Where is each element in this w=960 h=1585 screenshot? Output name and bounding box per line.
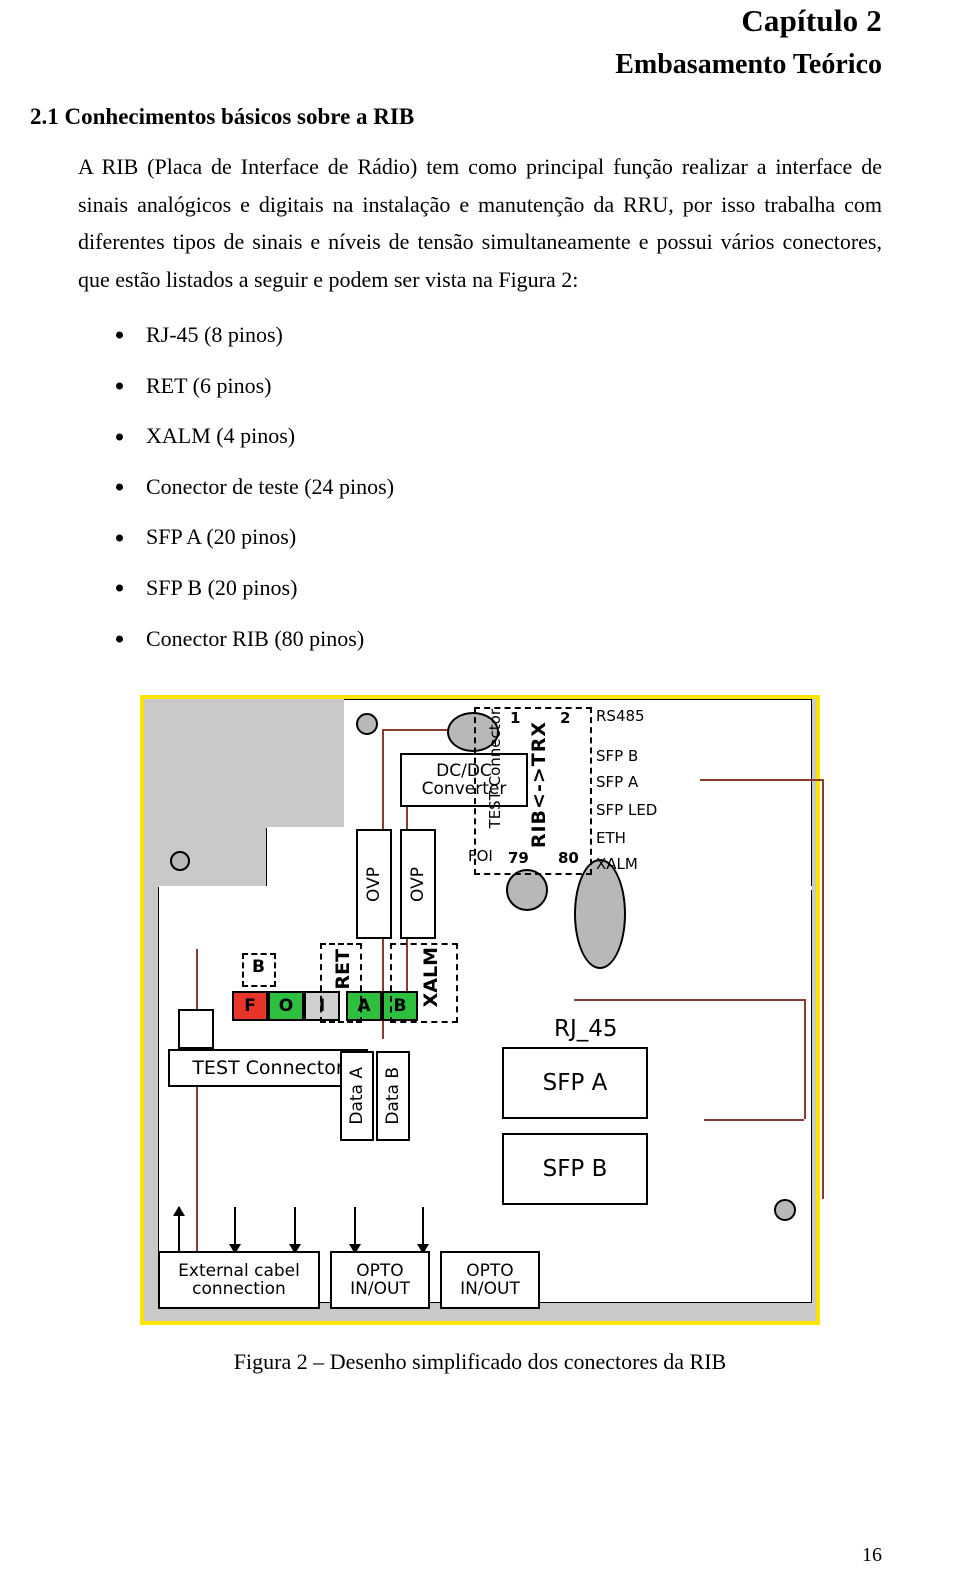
sfp-led-label: SFP LED: [596, 801, 658, 820]
rj45-label: RJ_45: [554, 1016, 618, 1043]
ovp-box-a: OVP: [356, 829, 392, 940]
arrow-opto-3: [417, 1207, 429, 1255]
pin-1-label: 1: [510, 709, 521, 728]
list-item: RET (6 pinos): [78, 372, 882, 401]
chip-o-label: O: [278, 996, 294, 1017]
board-seam-b: [159, 886, 812, 891]
wire-sfp-top: [700, 779, 822, 782]
bullet-icon: [116, 382, 123, 390]
bullet-icon: [116, 433, 123, 441]
pin-80-label: 80: [558, 849, 579, 868]
sfp-b-signal-label: SFP B: [596, 747, 639, 766]
list-item: XALM (4 pinos): [78, 422, 882, 451]
rs485-label: RS485: [596, 707, 645, 726]
left-small-square: [178, 1009, 214, 1050]
eth-label: ETH: [596, 829, 626, 848]
list-item-label: SFP A (20 pinos): [146, 524, 297, 550]
wire-sfp-b-v: [822, 779, 824, 1200]
opto-box-2: OPTO IN/OUT: [440, 1251, 540, 1310]
list-item-label: RET (6 pinos): [146, 372, 272, 398]
arrow-opto-1: [289, 1207, 301, 1255]
board-region-bottom: [158, 887, 812, 1304]
list-item-label: Conector RIB (80 pinos): [146, 625, 365, 651]
pin-2-label: 2: [560, 709, 571, 728]
chip-f-label: F: [244, 996, 256, 1017]
board-seam-a: [267, 827, 345, 831]
page-number: 16: [862, 1544, 882, 1566]
chip-f: F: [232, 991, 268, 1022]
opto-box-1: OPTO IN/OUT: [330, 1251, 430, 1310]
b-small-label: B: [252, 957, 265, 978]
list-item: RJ-45 (8 pinos): [78, 321, 882, 350]
ovp-a-label: OVP: [363, 866, 384, 902]
foi-label: FOI: [468, 847, 493, 866]
external-cable-box: External cabel connection: [158, 1251, 320, 1310]
chip-o: O: [268, 991, 304, 1022]
opto-1-line1: OPTO: [356, 1260, 404, 1281]
bullet-icon: [116, 584, 123, 592]
sfp-a-signal-label: SFP A: [596, 773, 639, 792]
data-b-label: Data B: [382, 1067, 403, 1126]
opto-1-line2: IN/OUT: [350, 1279, 410, 1300]
list-item: SFP A (20 pinos): [78, 523, 882, 552]
figure-container: DC/DC Converter OVP OVP TEST Connector 1…: [78, 695, 882, 1326]
sfp-a-box: SFP A: [502, 1047, 648, 1120]
bullet-icon: [116, 534, 123, 542]
list-item-label: Conector de teste (24 pinos): [146, 473, 395, 499]
xalm-vertical-label: XALM: [420, 947, 442, 1008]
wire-rj45-down: [804, 999, 806, 1120]
chapter-subtitle: Embasamento Teórico: [615, 48, 882, 80]
section-heading: 2.1 Conhecimentos básicos sobre a RIB: [30, 103, 415, 129]
component-round-mid: [506, 869, 548, 912]
sfp-b-box: SFP B: [502, 1133, 648, 1206]
opto-2-line2: IN/OUT: [460, 1279, 520, 1300]
arrow-opto-2: [349, 1207, 361, 1255]
arrow-external-1: [173, 1206, 185, 1254]
list-item-label: SFP B (20 pinos): [146, 575, 298, 601]
list-item: Conector RIB (80 pinos): [78, 625, 882, 654]
list-item: SFP B (20 pinos): [78, 574, 882, 603]
bullet-icon: [116, 635, 123, 643]
test-connector-box-label: TEST Connector: [192, 1056, 344, 1079]
list-item-label: XALM (4 pinos): [146, 423, 296, 449]
bullet-icon: [116, 483, 123, 491]
ovp-b-label: OVP: [407, 866, 428, 902]
body-paragraph: A RIB (Placa de Interface de Rádio) tem …: [78, 153, 882, 293]
data-b-box: Data B: [376, 1051, 410, 1142]
sfp-a-box-label: SFP A: [542, 1069, 608, 1096]
rib-trx-label: RIB<->TRX: [528, 721, 550, 849]
ovp-box-b: OVP: [400, 829, 436, 940]
chapter-title: Capítulo 2: [741, 3, 882, 38]
figure-caption: Figura 2 – Desenho simplificado dos cone…: [233, 1349, 727, 1375]
sfp-b-box-label: SFP B: [542, 1155, 608, 1182]
xalm-signal-label: XALM: [596, 855, 638, 874]
list-item: Conector de teste (24 pinos): [78, 473, 882, 502]
arrow-external-2: [229, 1207, 241, 1255]
data-a-box: Data A: [340, 1051, 374, 1142]
test-connector-box: TEST Connector: [168, 1049, 368, 1088]
document-page: Capítulo 2 Embasamento Teórico 2.1 Conhe…: [0, 2, 960, 1585]
bullet-icon: [116, 331, 123, 339]
connector-list: RJ-45 (8 pinos) RET (6 pinos) XALM (4 pi…: [78, 321, 882, 653]
external-cable-line1: External cabel: [178, 1260, 300, 1281]
ret-vertical-label: RET: [332, 949, 354, 990]
opto-2-line1: OPTO: [466, 1260, 514, 1281]
wire-rj45-in: [704, 1119, 804, 1122]
pin-79-label: 79: [508, 849, 529, 868]
component-ellipse: [574, 859, 626, 970]
rib-connector-diagram: DC/DC Converter OVP OVP TEST Connector 1…: [140, 695, 824, 1326]
wire-left-vertical: [196, 949, 198, 1280]
external-cable-line2: connection: [192, 1279, 286, 1300]
list-item-label: RJ-45 (8 pinos): [146, 322, 283, 348]
data-a-label: Data A: [346, 1067, 367, 1126]
